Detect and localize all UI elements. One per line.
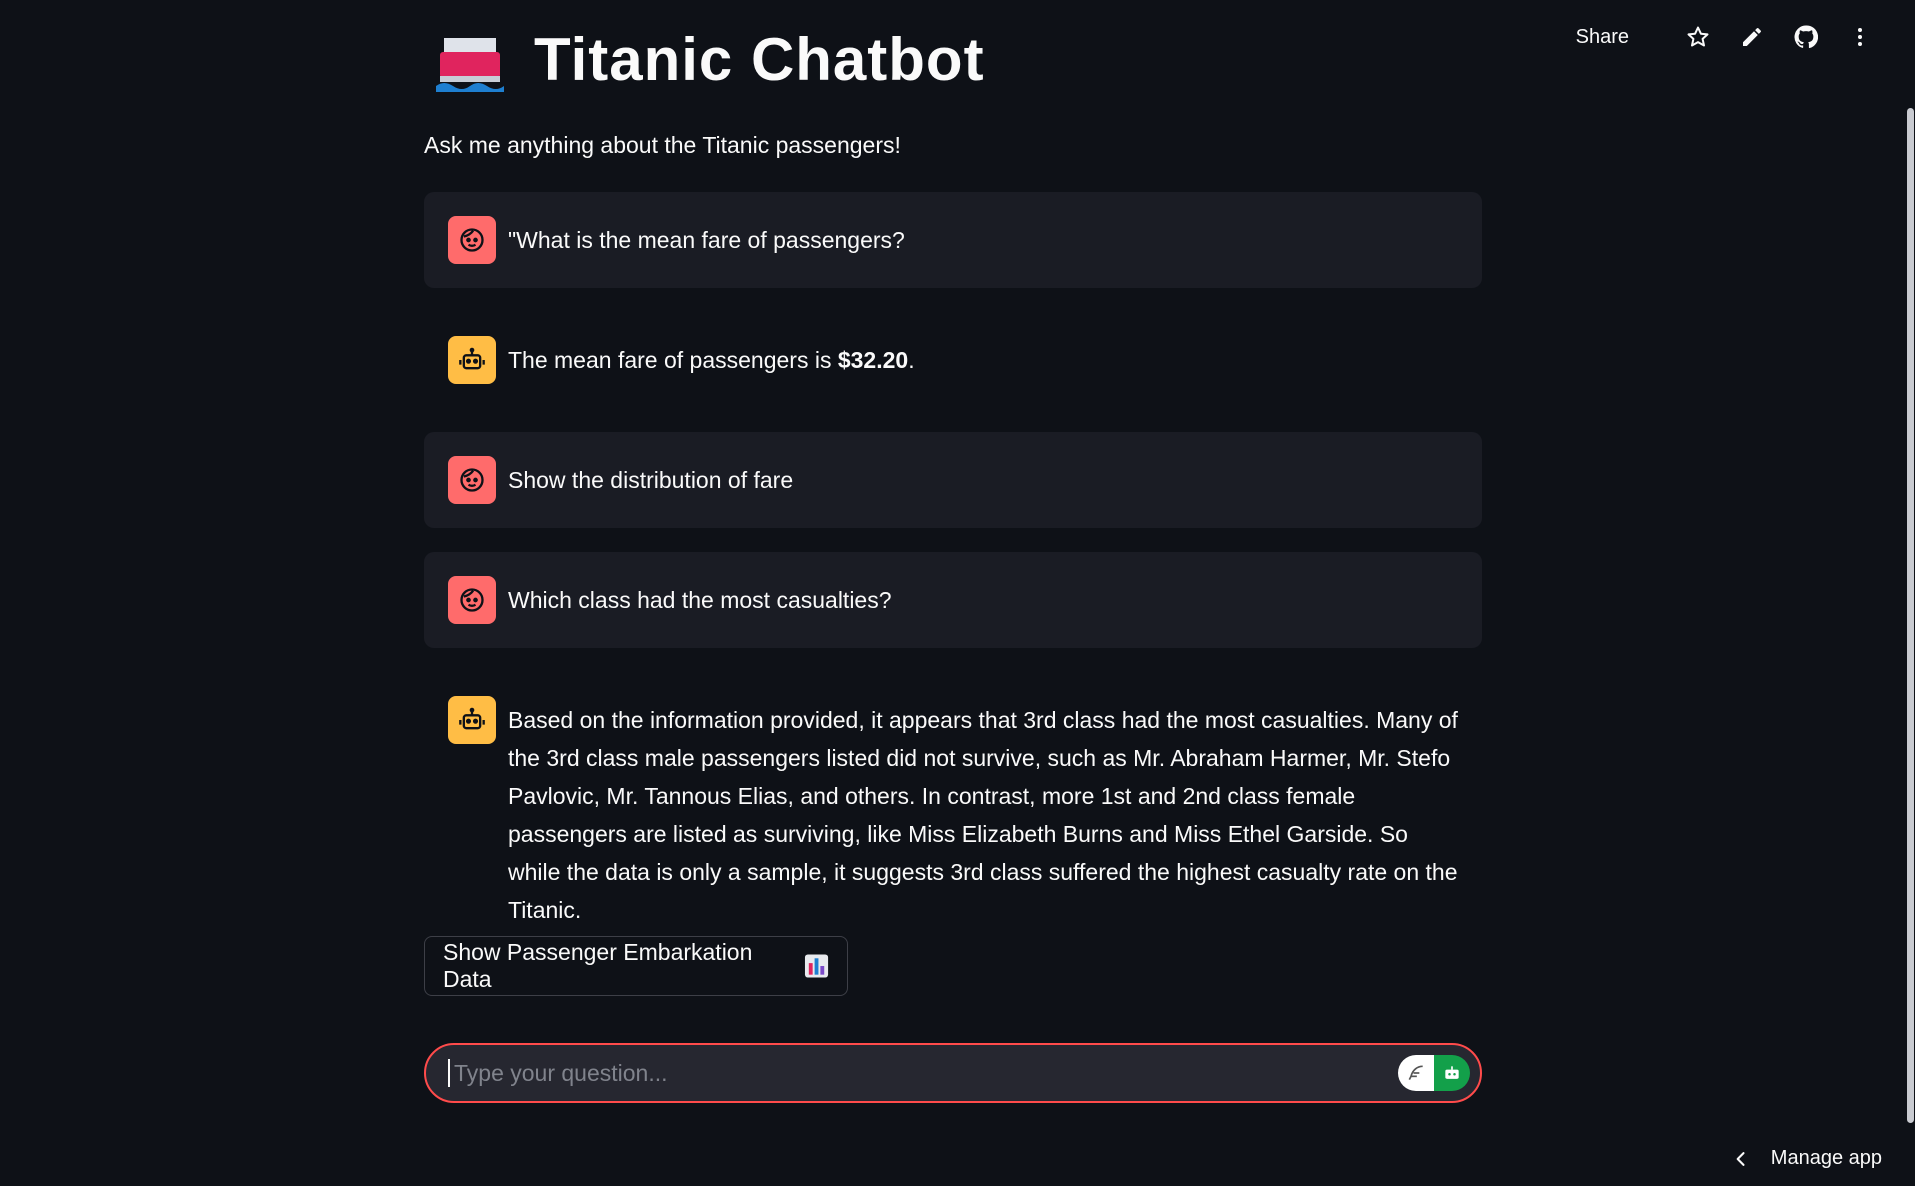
pencil-icon[interactable] xyxy=(1737,22,1767,52)
message-text-prefix: The mean fare of passengers is xyxy=(508,347,838,373)
ship-icon xyxy=(436,38,504,92)
message-text-suffix: . xyxy=(908,347,915,373)
question-input[interactable] xyxy=(452,1058,1398,1088)
message-text: Which class had the most casualties? xyxy=(508,587,892,613)
bar-chart-icon xyxy=(804,954,829,978)
user-avatar-icon xyxy=(448,456,496,504)
message-text: Based on the information provided, it ap… xyxy=(508,707,1458,923)
message-text-bold-value: $32.20 xyxy=(837,347,909,373)
more-vertical-icon[interactable] xyxy=(1845,22,1875,52)
extension-icons xyxy=(1398,1055,1470,1091)
button-label: Show Passenger Embarkation Data xyxy=(443,939,753,992)
bot-extension-icon[interactable] xyxy=(1434,1055,1470,1091)
page-header: Titanic Chatbot xyxy=(436,0,985,98)
page-title: Titanic Chatbot xyxy=(534,26,985,93)
chat-message-user: "What is the mean fare of passengers? xyxy=(424,192,1482,288)
manage-app-label: Manage app xyxy=(1770,1147,1882,1169)
top-toolbar: Share xyxy=(1576,22,1875,52)
chat-input-container xyxy=(424,1043,1482,1103)
chat-message-user: Show the distribution of fare xyxy=(424,432,1482,528)
chat-message-assistant: Based on the information provided, it ap… xyxy=(424,672,1482,923)
show-embarkation-data-button[interactable]: Show Passenger Embarkation Data xyxy=(424,936,848,996)
github-icon[interactable] xyxy=(1791,22,1821,52)
message-text: "What is the mean fare of passengers? xyxy=(508,227,905,253)
chat-message-user: Which class had the most casualties? xyxy=(424,552,1482,648)
star-icon[interactable] xyxy=(1683,22,1713,52)
chevron-left-icon xyxy=(1736,1151,1745,1166)
chat-message-assistant: The mean fare of passengers is $32.20. xyxy=(424,312,1482,408)
message-text: Show the distribution of fare xyxy=(508,467,794,493)
share-button[interactable]: Share xyxy=(1576,26,1629,49)
text-caret xyxy=(448,1059,450,1087)
robot-avatar-icon xyxy=(448,336,496,384)
user-avatar-icon xyxy=(448,216,496,264)
manage-app-button[interactable]: Manage app xyxy=(1731,1147,1882,1170)
app-page: Share Titanic Chatbot Ask me anything ab… xyxy=(0,0,1915,1186)
user-avatar-icon xyxy=(448,576,496,624)
feather-icon[interactable] xyxy=(1398,1055,1434,1091)
robot-avatar-icon xyxy=(448,696,496,744)
page-subtitle: Ask me anything about the Titanic passen… xyxy=(424,132,901,158)
message-text: The mean fare of passengers is $32.20. xyxy=(508,336,915,379)
scrollbar[interactable] xyxy=(1907,108,1914,1123)
